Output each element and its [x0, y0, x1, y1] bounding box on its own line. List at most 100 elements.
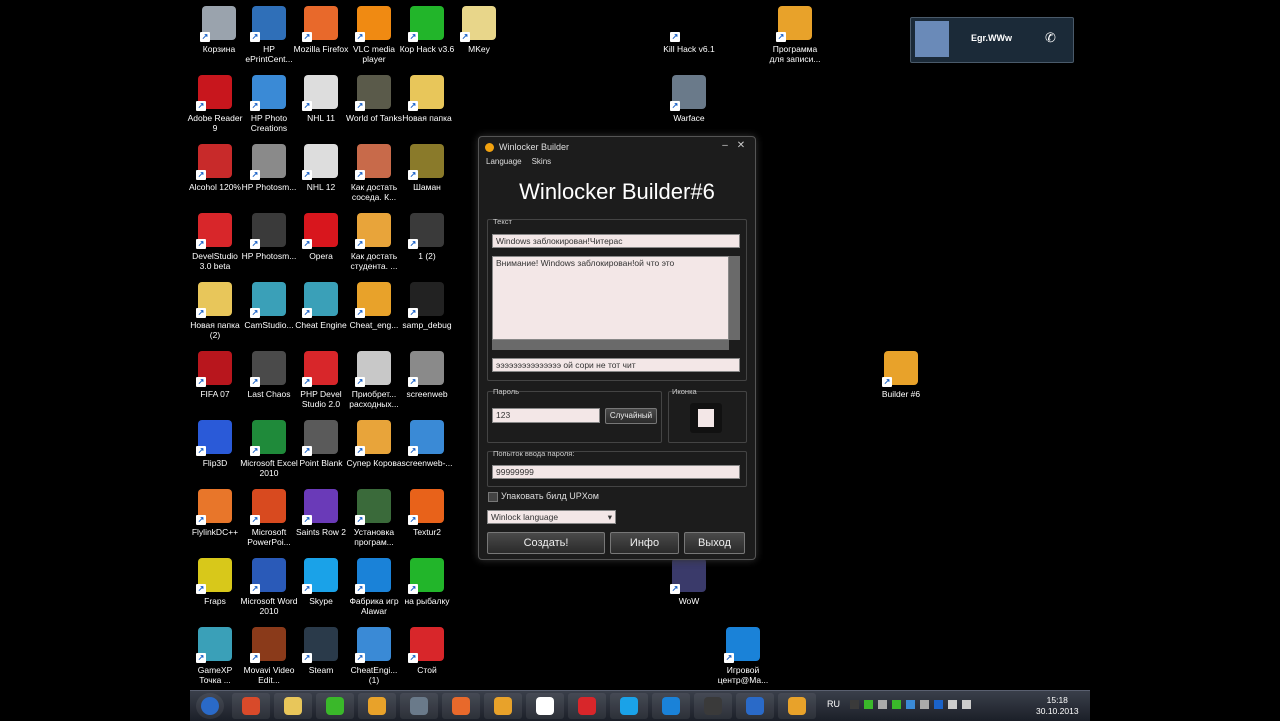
- desktop-icon-gamexp[interactable]: ↗ GameXP Точка ...: [186, 627, 244, 685]
- desktop-icon-firefox[interactable]: ↗ Mozilla Firefox: [292, 6, 350, 54]
- password-input[interactable]: 123: [492, 408, 600, 423]
- desktop-icon-hp-photosm2[interactable]: ↗ HP Photosm...: [240, 213, 298, 261]
- desktop-icon-alawar[interactable]: ↗ Фабрика игр Alawar: [345, 558, 403, 616]
- desktop-icon-screenweb2[interactable]: ↗ screenweb-...: [398, 420, 456, 468]
- language-indicator[interactable]: RU: [827, 699, 840, 709]
- textarea-hscrollbar[interactable]: [492, 340, 729, 350]
- desktop-icon-camstudio[interactable]: ↗ CamStudio...: [240, 282, 298, 330]
- desktop-icon-fraps[interactable]: ↗ Fraps: [186, 558, 244, 606]
- desktop-icon-recording[interactable]: ↗ Программа для записи...: [766, 6, 824, 64]
- minimize-icon[interactable]: –: [719, 140, 731, 152]
- desktop-icon-word[interactable]: ↗ Microsoft Word 2010: [240, 558, 298, 616]
- desktop-icon-one-two[interactable]: ↗ 1 (2): [398, 213, 456, 261]
- clock[interactable]: 15:18 30.10.2013: [1036, 695, 1079, 717]
- user-widget[interactable]: Egr.WWw ✆: [910, 17, 1074, 63]
- chevron-down-icon[interactable]: ▾: [608, 511, 612, 523]
- desktop-icon-flylink[interactable]: ↗ FlylinkDC++: [186, 489, 244, 537]
- icon-preview[interactable]: [690, 403, 722, 433]
- taskbar-mailru[interactable]: [358, 693, 396, 719]
- desktop-icon-super-korova[interactable]: ↗ Супер Корова: [345, 420, 403, 468]
- desktop-icon-steam[interactable]: ↗ Steam: [292, 627, 350, 675]
- menu-language[interactable]: Language: [486, 157, 522, 169]
- desktop-icon-mkey[interactable]: ↗ MKey: [450, 6, 508, 54]
- desktop-icon-shaman[interactable]: ↗ Шаман: [398, 144, 456, 192]
- desktop-icon-wot[interactable]: ↗ World of Tanks: [345, 75, 403, 123]
- desktop-icon-textur2[interactable]: ↗ Textur2: [398, 489, 456, 537]
- taskbar-firefox-tb[interactable]: [442, 693, 480, 719]
- desktop-icon-vlc[interactable]: ↗ VLC media player: [345, 6, 403, 64]
- desktop-icon-install-prog[interactable]: ↗ Установка програм...: [345, 489, 403, 547]
- desktop-icon-saints-row[interactable]: ↗ Saints Row 2: [292, 489, 350, 537]
- attempts-input[interactable]: 99999999: [492, 465, 740, 479]
- desktop-icon-wow[interactable]: ↗ WoW: [660, 558, 718, 606]
- info-button[interactable]: Инфо: [610, 532, 679, 554]
- taskbar-moon[interactable]: [736, 693, 774, 719]
- tray-icon[interactable]: [906, 700, 915, 709]
- desktop-icon-movavi[interactable]: ↗ Movavi Video Edit...: [240, 627, 298, 685]
- tray-icon[interactable]: [864, 700, 873, 709]
- desktop-icon-warface[interactable]: ↗ Warface: [660, 75, 718, 123]
- desktop-icon-new-folder2[interactable]: ↗ Новая папка (2): [186, 282, 244, 340]
- tray-icon[interactable]: [850, 700, 859, 709]
- desktop-icon-last-chaos[interactable]: ↗ Last Chaos: [240, 351, 298, 399]
- taskbar-notepad[interactable]: [526, 693, 564, 719]
- desktop-icon-hp-photosm1[interactable]: ↗ HP Photosm...: [240, 144, 298, 192]
- desktop-icon-hp-photo[interactable]: ↗ HP Photo Creations: [240, 75, 298, 133]
- desktop-icon-cheat-eng[interactable]: ↗ Cheat_eng...: [345, 282, 403, 330]
- taskbar-skype-tb[interactable]: [610, 693, 648, 719]
- desktop-icon-cheat-engine[interactable]: ↗ Cheat Engine: [292, 282, 350, 330]
- desktop-icon-consumables[interactable]: ↗ Приобрет... расходных...: [345, 351, 403, 409]
- tray-icon[interactable]: [920, 700, 929, 709]
- taskbar-start[interactable]: [196, 693, 224, 719]
- desktop-icon-nhl11[interactable]: ↗ NHL 11: [292, 75, 350, 123]
- taskbar-stop-tb[interactable]: [568, 693, 606, 719]
- taskbar-hamachi[interactable]: [484, 693, 522, 719]
- taskbar-winamp[interactable]: [316, 693, 354, 719]
- create-button[interactable]: Создать!: [487, 532, 605, 554]
- desktop-icon-stoy[interactable]: ↗ Стой: [398, 627, 456, 675]
- desktop-icon-nhl12[interactable]: ↗ NHL 12: [292, 144, 350, 192]
- textarea-vscrollbar[interactable]: [729, 256, 740, 340]
- text-line2-input[interactable]: эээээээээээээээ ой сори не тот чит: [492, 358, 740, 372]
- desktop-icon-hp-eprint[interactable]: ↗ HP ePrintCent...: [240, 6, 298, 64]
- language-select[interactable]: Winlock language ▾: [487, 510, 616, 524]
- taskbar-game-center-tb[interactable]: [652, 693, 690, 719]
- tray-icon[interactable]: [878, 700, 887, 709]
- desktop-icon-adobe-reader[interactable]: ↗ Adobe Reader 9: [186, 75, 244, 133]
- desktop-icon-opera[interactable]: ↗ Opera: [292, 213, 350, 261]
- desktop-icon-point-blank[interactable]: ↗ Point Blank: [292, 420, 350, 468]
- desktop-icon-student[interactable]: ↗ Как достать студента. ...: [345, 213, 403, 271]
- taskbar-chrome[interactable]: [232, 693, 270, 719]
- desktop-icon-skype[interactable]: ↗ Skype: [292, 558, 350, 606]
- taskbar-explorer[interactable]: [274, 693, 312, 719]
- exit-button[interactable]: Выход: [684, 532, 745, 554]
- desktop-icon-builder6[interactable]: ↗ Builder #6: [872, 351, 930, 399]
- close-icon[interactable]: ✕: [735, 140, 747, 152]
- text-line1-input[interactable]: Windows заблокирован!Читерас: [492, 234, 740, 248]
- desktop-icon-neighbor[interactable]: ↗ Как достать соседа. К...: [345, 144, 403, 202]
- phone-icon[interactable]: ✆: [1045, 30, 1056, 46]
- taskbar-warface-tb[interactable]: [400, 693, 438, 719]
- tray-icon[interactable]: [962, 700, 971, 709]
- tray-icon[interactable]: [892, 700, 901, 709]
- desktop-icon-flip3d[interactable]: ↗ Flip3D: [186, 420, 244, 468]
- desktop-icon-develstudio[interactable]: ↗ DevelStudio 3.0 beta: [186, 213, 244, 271]
- desktop-icon-samp-debug[interactable]: ↗ samp_debug: [398, 282, 456, 330]
- winlocker-builder-window[interactable]: Winlocker Builder – ✕ Language Skins Win…: [478, 136, 756, 560]
- desktop-icon-screenweb[interactable]: ↗ screenweb: [398, 351, 456, 399]
- desktop-icon-new-folder[interactable]: ↗ Новая папка: [398, 75, 456, 123]
- desktop-icon-alcohol[interactable]: ↗ Alcohol 120%: [186, 144, 244, 192]
- taskbar-builder-tb[interactable]: [778, 693, 816, 719]
- text-body-textarea[interactable]: Внимание! Windows заблокирован!ой что эт…: [492, 256, 729, 340]
- desktop-icon-excel[interactable]: ↗ Microsoft Excel 2010: [240, 420, 298, 478]
- desktop-icon-kop-hack[interactable]: ↗ Кор Hack v3.6: [398, 6, 456, 54]
- upx-checkbox-label[interactable]: Упаковать билд UPXом: [501, 491, 599, 501]
- desktop-icon-game-center[interactable]: ↗ Игровой центр@Ма...: [714, 627, 772, 685]
- desktop-icon-fifa07[interactable]: ↗ FIFA 07: [186, 351, 244, 399]
- desktop-icon-cheatengi1[interactable]: ↗ CheatEngi... (1): [345, 627, 403, 685]
- desktop-icon-fishing[interactable]: ↗ на рыбалку: [398, 558, 456, 606]
- tray-icon[interactable]: [934, 700, 943, 709]
- menu-skins[interactable]: Skins: [532, 157, 552, 169]
- random-button[interactable]: Случайный: [605, 408, 657, 424]
- desktop-icon-killhack[interactable]: ↗ Kill Hack v6.1: [660, 6, 718, 54]
